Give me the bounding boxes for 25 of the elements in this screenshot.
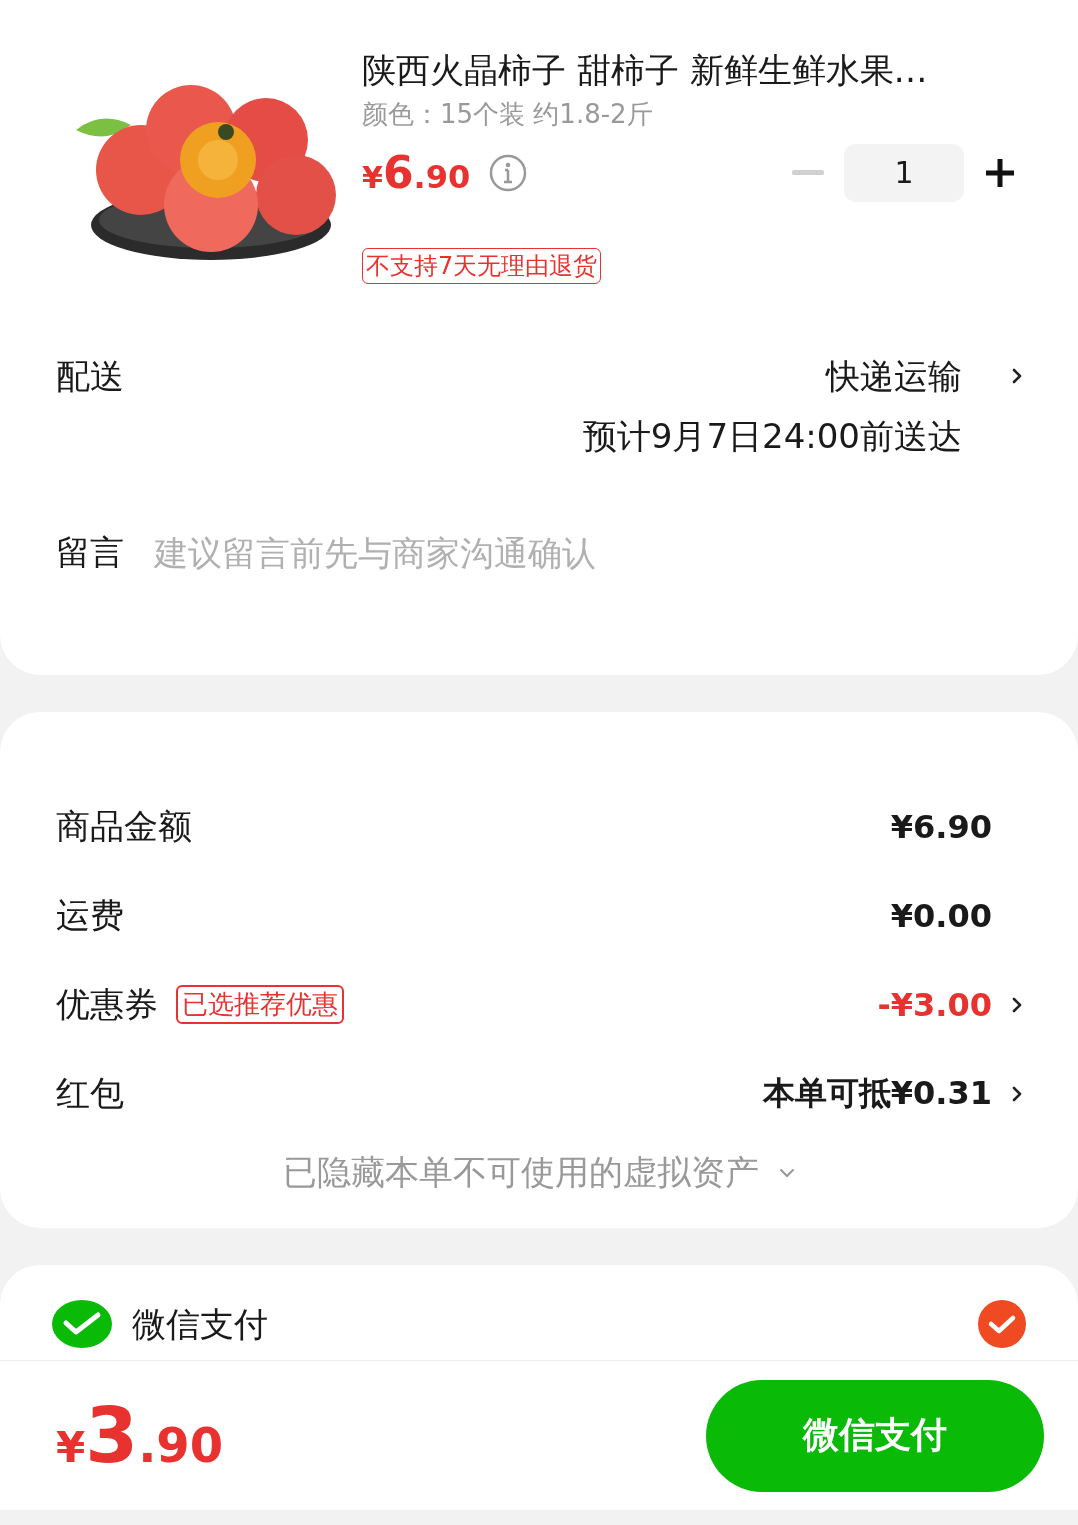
product-price: ¥6.90 — [362, 147, 471, 199]
summary-value[interactable]: 本单可抵¥0.31 — [762, 1071, 992, 1116]
selected-check-icon[interactable] — [978, 1300, 1026, 1348]
product-title[interactable]: 陕西火晶柿子 甜柿子 新鲜生鲜水果… — [362, 50, 928, 91]
delivery-method[interactable]: 快递运输 — [826, 353, 962, 400]
chevron-down-icon[interactable] — [779, 1168, 795, 1178]
wechat-pay-icon — [52, 1299, 112, 1349]
plus-icon[interactable] — [984, 156, 1016, 189]
summary-value[interactable]: -¥3.00 — [877, 985, 992, 1024]
summary-label: 运费 — [56, 893, 124, 937]
message-label: 留言 — [56, 530, 124, 574]
summary-value: ¥6.90 — [890, 807, 992, 846]
product-spec: 颜色：15个装 约1.8-2斤 — [362, 97, 653, 131]
summary-label: 优惠券 — [56, 982, 158, 1026]
summary-value: ¥0.00 — [890, 896, 992, 935]
summary-label: 商品金额 — [56, 804, 192, 848]
quantity-field[interactable]: 1 — [844, 143, 964, 202]
summary-label: 红包 — [56, 1071, 124, 1115]
delivery-label: 配送 — [56, 354, 124, 398]
coupon-tag: 已选推荐优惠 — [176, 985, 344, 1024]
payment-label: 微信支付 — [132, 1303, 269, 1346]
info-icon[interactable] — [488, 152, 529, 193]
total-price: ¥3.90 — [56, 1391, 224, 1480]
delivery-eta: 预计9月7日24:00前送达 — [582, 414, 962, 458]
return-policy-tag: 不支持7天无理由退货 — [362, 247, 602, 284]
